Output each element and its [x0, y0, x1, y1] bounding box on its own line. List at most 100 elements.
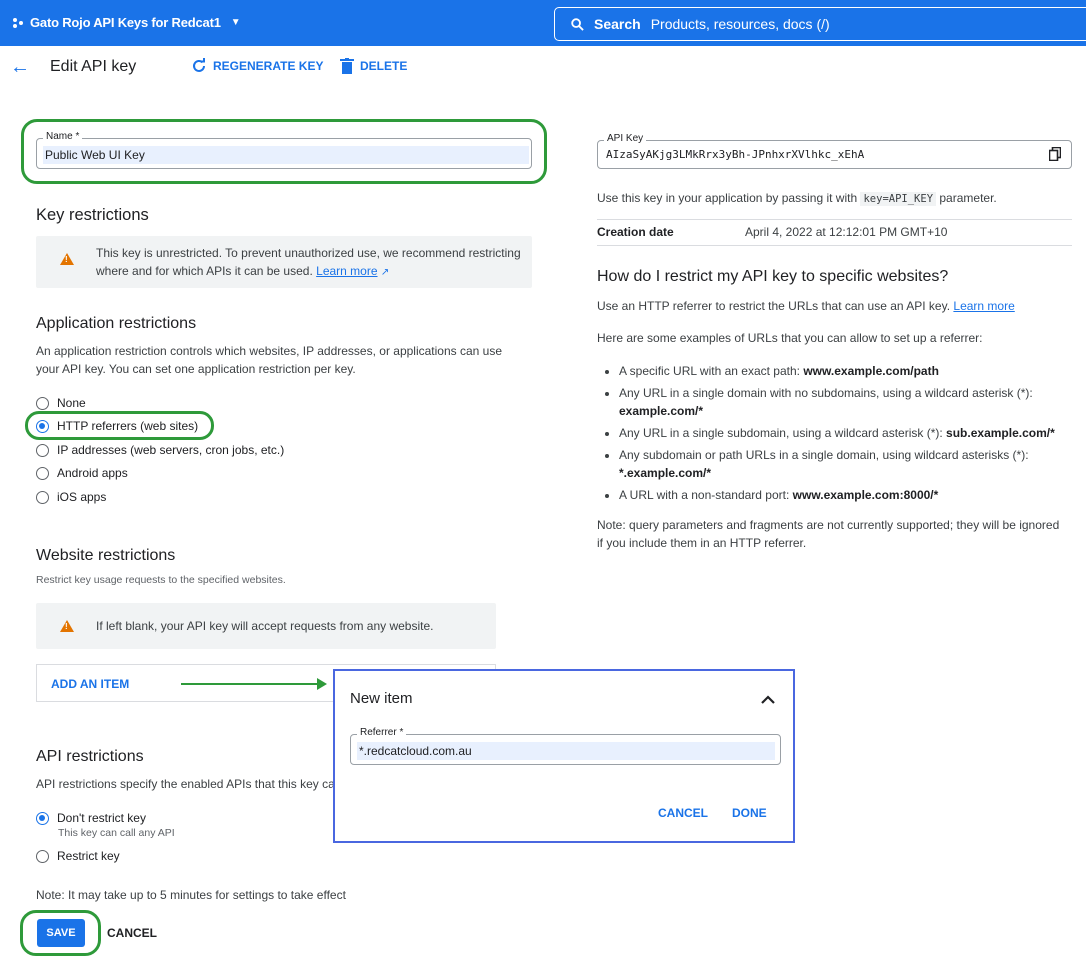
bullet-text: Any subdomain or path URLs in a single d… — [619, 448, 1029, 462]
project-name: Gato Rojo API Keys for Redcat1 — [30, 15, 221, 30]
unrestricted-warning: This key is unrestricted. To prevent una… — [36, 236, 532, 288]
radio-circle — [36, 849, 49, 863]
bullet-text: A URL with a non-standard port: — [619, 488, 790, 502]
name-field-value[interactable]: Public Web UI Key — [43, 146, 529, 164]
radio-ip-addresses[interactable]: IP addresses (web servers, cron jobs, et… — [36, 443, 284, 457]
arrow-back-icon[interactable]: ← — [10, 56, 30, 79]
trash-icon — [340, 58, 354, 74]
bullet-example: example.com/* — [619, 404, 704, 418]
new-item-cancel-button[interactable]: CANCEL — [658, 806, 708, 820]
warning-icon — [60, 620, 74, 632]
app-restrictions-heading: Application restrictions — [36, 315, 197, 332]
radio-android-apps[interactable]: Android apps — [36, 466, 128, 480]
learn-more-link[interactable]: Learn more — [316, 264, 377, 278]
radio-circle — [36, 443, 49, 457]
usage-suffix: parameter. — [939, 191, 997, 205]
search-label: Search — [594, 16, 641, 32]
dropdown-icon: ▼ — [230, 17, 241, 28]
radio-none-label: None — [57, 396, 86, 410]
cancel-button[interactable]: CANCEL — [107, 926, 157, 940]
project-selector[interactable]: Gato Rojo API Keys for Redcat1 ▼ — [12, 15, 241, 30]
regenerate-key-button[interactable]: REGENERATE KEY — [191, 58, 323, 74]
creation-date-label: Creation date — [597, 225, 674, 239]
help-heading: How do I restrict my API key to specific… — [597, 268, 949, 285]
api-key-field: API Key AIzaSyAKjg3LMkRrx3yBh-JPnhxrXVlh… — [597, 133, 1072, 169]
top-bar: Gato Rojo API Keys for Redcat1 ▼ Search … — [0, 0, 1086, 46]
bullet-example: sub.example.com/* — [946, 426, 1055, 440]
list-item: Any subdomain or path URLs in a single d… — [619, 446, 1069, 482]
list-item: A specific URL with an exact path: www.e… — [619, 362, 1069, 380]
warning-text: This key is unrestricted. To prevent una… — [96, 246, 521, 278]
radio-ip-label: IP addresses (web servers, cron jobs, et… — [57, 443, 285, 457]
dont-restrict-sublabel: This key can call any API — [58, 827, 175, 839]
page-title: Edit API key — [50, 58, 137, 75]
bullet-example: *.example.com/* — [619, 466, 712, 480]
bullet-text: A specific URL with an exact path: — [619, 364, 800, 378]
help-learn-more-link[interactable]: Learn more — [953, 299, 1014, 313]
website-restrictions-description: Restrict key usage requests to the speci… — [36, 574, 286, 586]
divider — [597, 245, 1072, 246]
chevron-up-icon[interactable] — [761, 695, 775, 705]
usage-code: key=API_KEY — [860, 192, 937, 206]
help-intro-text: Use an HTTP referrer to restrict the URL… — [597, 299, 951, 313]
radio-circle — [36, 490, 49, 504]
new-item-done-button[interactable]: DONE — [732, 806, 767, 820]
name-field[interactable]: Name * Public Web UI Key — [36, 131, 532, 169]
radio-ios-apps[interactable]: iOS apps — [36, 490, 106, 504]
regenerate-label: REGENERATE KEY — [213, 59, 324, 73]
radio-circle — [36, 466, 49, 480]
radio-http-label: HTTP referrers (web sites) — [57, 419, 199, 433]
key-restrictions-heading: Key restrictions — [36, 206, 149, 224]
help-note: Note: query parameters and fragments are… — [597, 518, 1060, 550]
api-key-label: API Key — [604, 133, 647, 144]
radio-dont-restrict[interactable]: Don't restrict key — [36, 811, 146, 825]
search-icon — [571, 17, 584, 31]
api-restrictions-description: API restrictions specify the enabled API… — [36, 777, 342, 791]
radio-ios-label: iOS apps — [57, 490, 107, 504]
delete-label: DELETE — [360, 59, 408, 73]
list-item: Any URL in a single domain with no subdo… — [619, 384, 1069, 420]
external-link-icon: ↗ — [380, 267, 390, 278]
list-item: A URL with a non-standard port: www.exam… — [619, 486, 1069, 504]
radio-circle-selected — [36, 419, 49, 433]
app-restrictions-description: An application restriction controls whic… — [36, 344, 503, 376]
referrer-examples-list: A specific URL with an exact path: www.e… — [619, 362, 1069, 508]
referrer-value[interactable]: *.redcatcloud.com.au — [357, 742, 775, 760]
api-restrictions-heading: API restrictions — [36, 748, 144, 765]
search-placeholder: Products, resources, docs (/) — [650, 16, 830, 32]
project-dots-icon — [13, 17, 23, 28]
radio-none[interactable]: None — [36, 396, 86, 410]
help-intro: Use an HTTP referrer to restrict the URL… — [597, 297, 1015, 315]
list-item: Any URL in a single subdomain, using a w… — [619, 424, 1069, 442]
radio-restrict-key[interactable]: Restrict key — [36, 849, 120, 863]
radio-circle — [36, 396, 49, 410]
website-restrictions-heading: Website restrictions — [36, 547, 176, 564]
api-key-value[interactable]: AIzaSyAKjg3LMkRrx3yBh-JPnhxrXVlhkc_xEhA — [606, 148, 864, 161]
radio-restrict-label: Restrict key — [57, 849, 120, 863]
search-box[interactable]: Search Products, resources, docs (/) — [554, 7, 1086, 41]
blank-warning: If left blank, your API key will accept … — [36, 603, 496, 649]
radio-dont-restrict-label: Don't restrict key — [57, 811, 146, 825]
add-item-button[interactable]: ADD AN ITEM — [51, 677, 129, 691]
name-field-label: Name * — [43, 131, 83, 142]
referrer-label: Referrer * — [357, 727, 407, 738]
bullet-text: Any URL in a single subdomain, using a w… — [619, 426, 943, 440]
annotation-arrow — [181, 678, 327, 690]
usage-prefix: Use this key in your application by pass… — [597, 191, 858, 205]
blank-warning-text: If left blank, your API key will accept … — [96, 619, 434, 633]
unrestricted-warning-text: This key is unrestricted. To prevent una… — [96, 244, 526, 282]
referrer-field[interactable]: Referrer * *.redcatcloud.com.au — [350, 727, 781, 765]
save-button[interactable]: SAVE — [37, 919, 85, 947]
action-bar: ← Edit API key REGENERATE KEY DELETE — [0, 46, 1086, 88]
radio-http-referrers[interactable]: HTTP referrers (web sites) — [36, 419, 198, 433]
copy-icon[interactable] — [1049, 147, 1061, 161]
radio-android-label: Android apps — [57, 466, 128, 480]
delete-button[interactable]: DELETE — [340, 58, 407, 74]
bullet-example: www.example.com/path — [803, 364, 939, 378]
divider — [597, 219, 1072, 220]
api-key-usage: Use this key in your application by pass… — [597, 189, 997, 208]
radio-circle-selected — [36, 811, 49, 825]
new-item-panel: New item Referrer * *.redcatcloud.com.au… — [333, 669, 795, 843]
warning-icon — [60, 253, 74, 265]
bullet-example: www.example.com:8000/* — [792, 488, 939, 502]
